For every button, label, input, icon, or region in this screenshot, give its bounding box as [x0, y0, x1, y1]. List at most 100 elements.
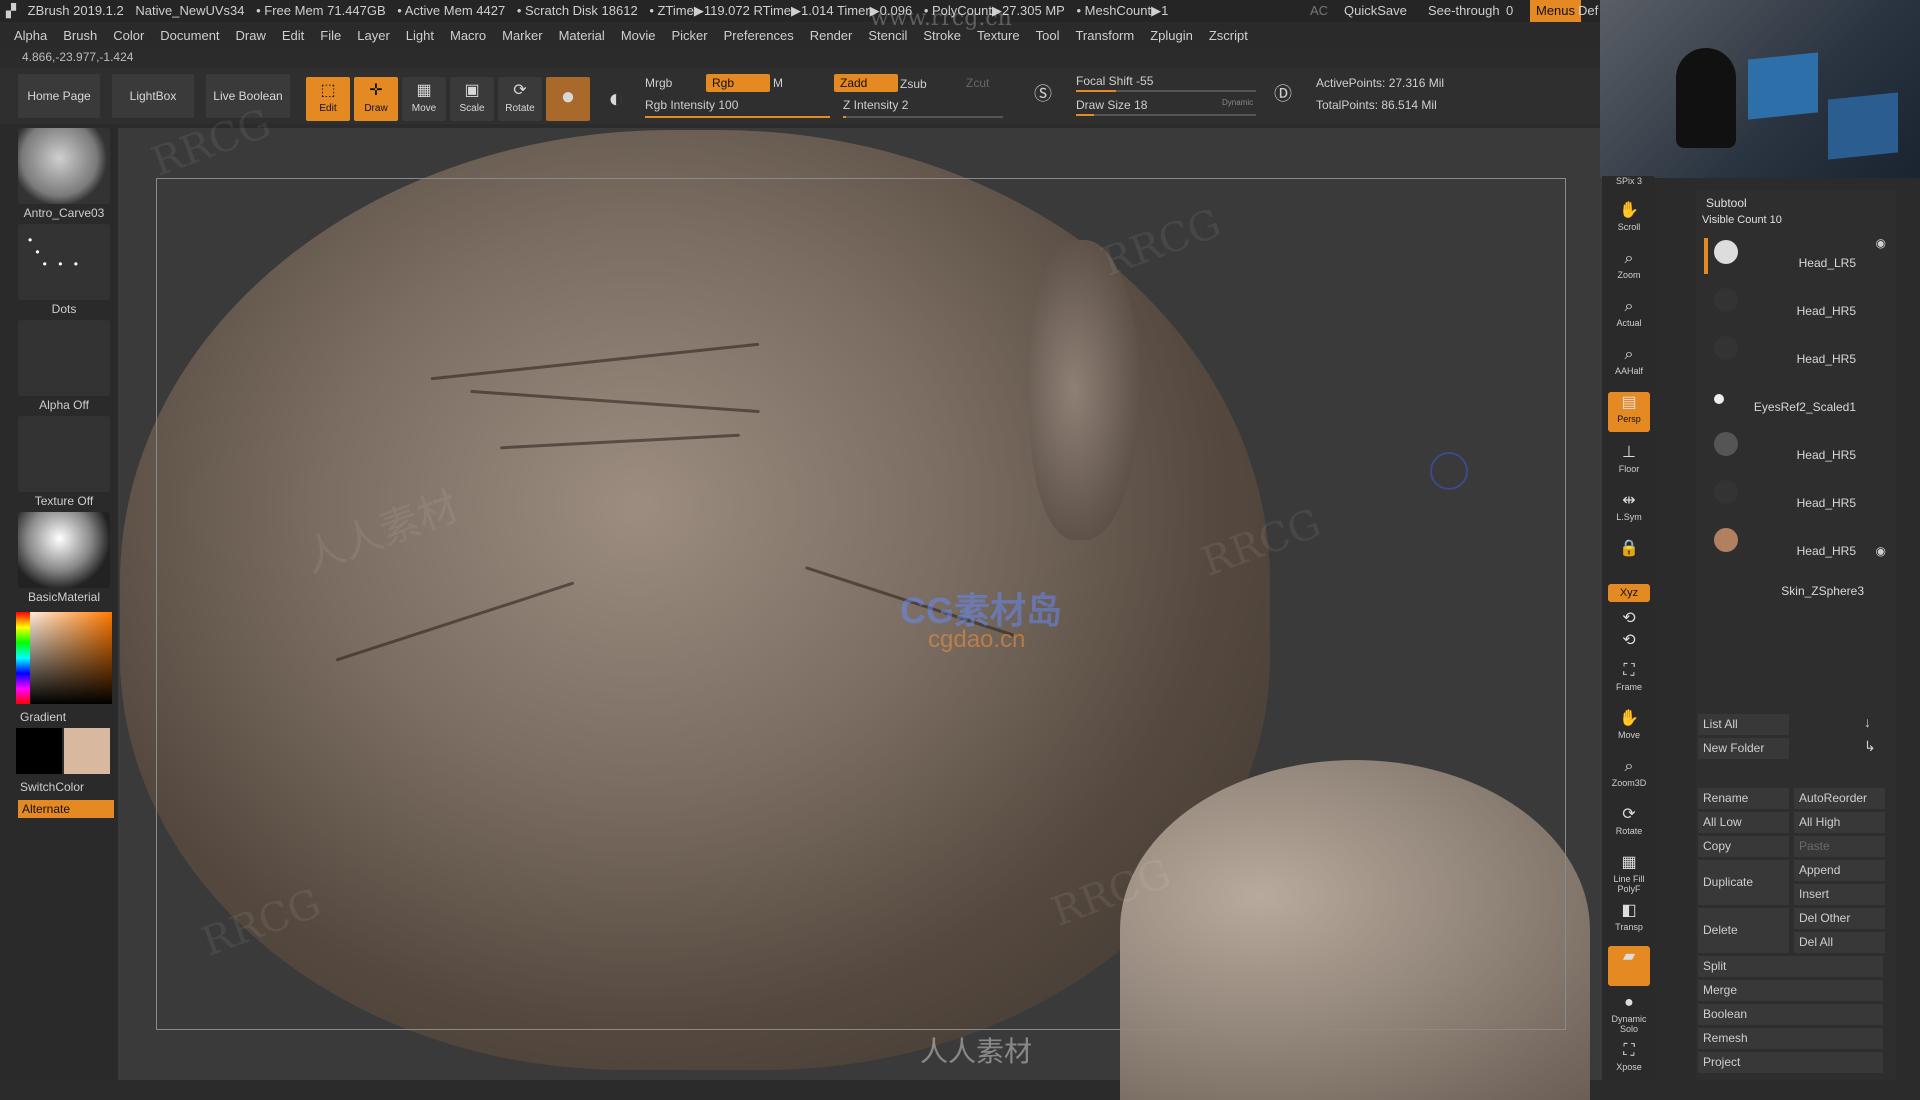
zcut-button[interactable]: Zcut: [966, 76, 989, 90]
subtool-item[interactable]: Skin_ZSphere3: [1700, 570, 1890, 616]
new-folder-button[interactable]: New Folder: [1698, 738, 1789, 759]
menu-alpha[interactable]: Alpha: [0, 24, 55, 48]
z-intensity-label[interactable]: Z Intensity 2: [843, 98, 908, 112]
s-circle-icon[interactable]: Ⓢ: [1034, 80, 1052, 106]
floor-button[interactable]: ⊥ Floor: [1608, 442, 1650, 482]
subtool-item[interactable]: Head_HR5: [1700, 428, 1890, 474]
menu-file[interactable]: File: [312, 24, 349, 48]
alpha-thumbnail[interactable]: [18, 320, 110, 396]
duplicate-button[interactable]: Duplicate: [1698, 860, 1789, 905]
quicksave-button[interactable]: QuickSave: [1344, 0, 1407, 22]
menu-tool[interactable]: Tool: [1028, 24, 1068, 48]
scroll-button[interactable]: ✋ Scroll: [1608, 200, 1650, 240]
subtool-item[interactable]: Head_HR5: [1700, 332, 1890, 378]
insert-button[interactable]: Insert: [1794, 884, 1885, 905]
menu-light[interactable]: Light: [398, 24, 442, 48]
scale-button[interactable]: ▣ Scale: [450, 77, 494, 121]
main-color-swatch[interactable]: [64, 728, 110, 774]
all-low-button[interactable]: All Low: [1698, 812, 1789, 833]
dynamic-button[interactable]: Dynamic: [1222, 98, 1253, 107]
subtool-item[interactable]: Head_HR5: [1700, 284, 1890, 330]
move-view-button[interactable]: ✋ Move: [1608, 708, 1650, 748]
xpose-button[interactable]: ⛶ Xpose: [1608, 1040, 1650, 1080]
material-swatch[interactable]: ●: [546, 77, 590, 121]
menu-layer[interactable]: Layer: [349, 24, 398, 48]
arrow-down-icon[interactable]: ↓: [1864, 714, 1871, 730]
menu-zplugin[interactable]: Zplugin: [1142, 24, 1201, 48]
arrow-down-right-icon[interactable]: ↳: [1864, 738, 1876, 755]
see-through-label[interactable]: See-through: [1428, 0, 1500, 22]
all-high-button[interactable]: All High: [1794, 812, 1885, 833]
mrgb-button[interactable]: Mrgb: [645, 76, 672, 90]
menu-transform[interactable]: Transform: [1067, 24, 1142, 48]
append-button[interactable]: Append: [1794, 860, 1885, 881]
eye-icon[interactable]: ◉: [1876, 236, 1886, 250]
boolean-button[interactable]: Boolean: [1698, 1004, 1883, 1025]
paste-button[interactable]: Paste: [1794, 836, 1885, 857]
delete-button[interactable]: Delete: [1698, 908, 1789, 953]
autoreorder-button[interactable]: AutoReorder: [1794, 788, 1885, 809]
merge-button[interactable]: Merge: [1698, 980, 1883, 1001]
subtool-item[interactable]: EyesRef2_Scaled1: [1700, 380, 1890, 426]
default-button[interactable]: Def: [1578, 0, 1598, 22]
persp-button[interactable]: ▤ Persp: [1608, 392, 1650, 432]
del-other-button[interactable]: Del Other: [1794, 908, 1885, 929]
eye-icon[interactable]: ◉: [1876, 544, 1886, 558]
ac-label[interactable]: AC: [1310, 0, 1328, 22]
ghost-button[interactable]: ▰: [1608, 946, 1650, 986]
secondary-color-swatch[interactable]: [16, 728, 62, 774]
lightbox-button[interactable]: LightBox: [112, 74, 194, 118]
menu-document[interactable]: Document: [152, 24, 227, 48]
menu-picker[interactable]: Picker: [664, 24, 716, 48]
stroke-thumbnail[interactable]: • • • • •: [18, 224, 110, 300]
focal-shift-slider[interactable]: [1076, 90, 1256, 92]
spix-slider[interactable]: SPix 3: [1608, 176, 1650, 194]
rotate-view-button[interactable]: ⟳ Rotate: [1608, 804, 1650, 844]
copy-button[interactable]: Copy: [1698, 836, 1789, 857]
draw-size-slider[interactable]: [1076, 114, 1256, 116]
subtool-item[interactable]: Head_HR5 ◉: [1700, 524, 1890, 570]
transp-button[interactable]: ◧ Transp: [1608, 900, 1650, 940]
menu-material[interactable]: Material: [551, 24, 613, 48]
edit-button[interactable]: ⬚ Edit: [306, 77, 350, 121]
lsym-button[interactable]: ⇹ L.Sym: [1608, 490, 1650, 530]
draw-button[interactable]: ✛ Draw: [354, 77, 398, 121]
rgb-intensity-slider[interactable]: [645, 116, 830, 118]
rgb-intensity-label[interactable]: Rgb Intensity 100: [645, 98, 738, 112]
m-button[interactable]: M: [773, 76, 783, 90]
menu-macro[interactable]: Macro: [442, 24, 494, 48]
rotate-button[interactable]: ⟳ Rotate: [498, 77, 542, 121]
focal-shift-label[interactable]: Focal Shift -55: [1076, 74, 1153, 88]
menu-brush[interactable]: Brush: [55, 24, 105, 48]
polyf-button[interactable]: ▦ Line Fill PolyF: [1608, 852, 1650, 894]
zoom3d-button[interactable]: ⌕ Zoom3D: [1608, 756, 1650, 796]
xyz-button[interactable]: Xyz: [1608, 584, 1650, 602]
hue-strip[interactable]: [16, 612, 30, 704]
actual-button[interactable]: ⌕ Actual: [1608, 296, 1650, 336]
solo-button[interactable]: ● Dynamic Solo: [1608, 992, 1650, 1034]
material-thumbnail[interactable]: [18, 512, 110, 588]
rgb-button[interactable]: Rgb: [706, 74, 770, 92]
rotation-axis-buttons[interactable]: ⟲ ⟲: [1608, 608, 1650, 650]
brush-thumbnail[interactable]: [18, 128, 110, 204]
move-button[interactable]: ▦ Move: [402, 77, 446, 121]
menu-movie[interactable]: Movie: [613, 24, 664, 48]
d-circle-icon[interactable]: Ⓓ: [1274, 80, 1292, 106]
menu-draw[interactable]: Draw: [228, 24, 274, 48]
zsub-button[interactable]: Zsub: [900, 77, 927, 91]
draw-size-label[interactable]: Draw Size 18: [1076, 98, 1147, 112]
home-page-button[interactable]: Home Page: [18, 74, 100, 118]
lock-button[interactable]: 🔒: [1608, 538, 1650, 568]
frame-button[interactable]: ⛶ Frame: [1608, 660, 1650, 700]
menu-color[interactable]: Color: [105, 24, 152, 48]
menu-preferences[interactable]: Preferences: [716, 24, 802, 48]
color-picker-button[interactable]: ◐: [594, 77, 638, 121]
subtool-item[interactable]: Head_HR5: [1700, 476, 1890, 522]
z-intensity-slider[interactable]: [843, 116, 1003, 118]
subtool-title[interactable]: Subtool: [1706, 196, 1747, 210]
aahalf-button[interactable]: ⌕ AAHalf: [1608, 344, 1650, 384]
zoom-button[interactable]: ⌕ Zoom: [1608, 248, 1650, 288]
menu-zscript[interactable]: Zscript: [1201, 24, 1256, 48]
split-button[interactable]: Split: [1698, 956, 1883, 977]
del-all-button[interactable]: Del All: [1794, 932, 1885, 953]
